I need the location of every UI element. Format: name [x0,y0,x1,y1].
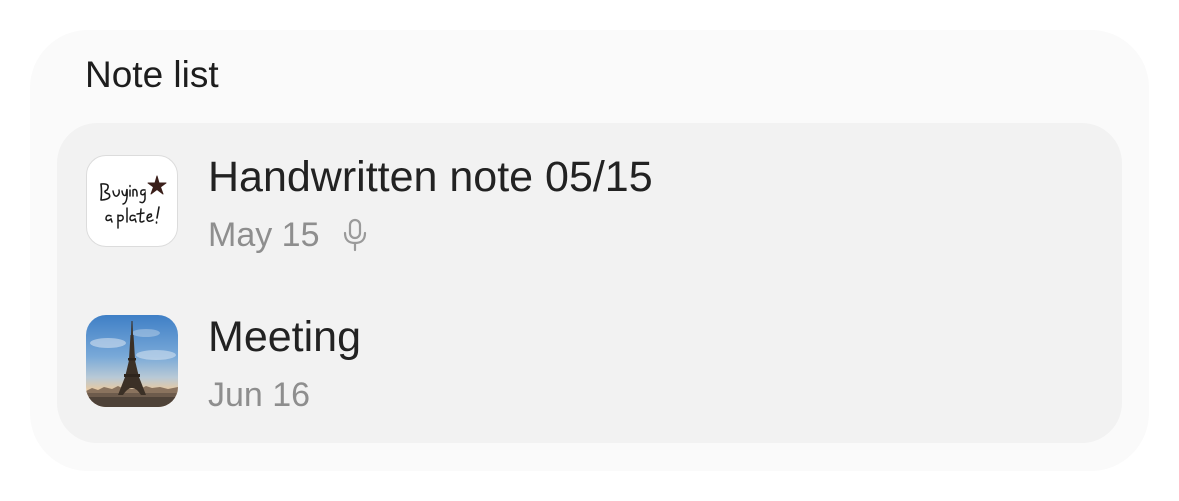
note-list: Handwritten note 05/15 May 15 Meeting Ju… [57,123,1122,443]
note-title: Meeting [208,313,361,361]
note-list-widget: Note list Handwritten note 05/15 May 15 … [30,30,1149,471]
microphone-icon [342,218,368,252]
handwriting-thumbnail-image [100,175,167,229]
note-meta: Jun 16 [208,375,310,415]
note-title: Handwritten note 05/15 [208,153,653,201]
note-date: May 15 [208,216,320,254]
list-item-handwritten-note[interactable]: Handwritten note 05/15 May 15 [57,143,1122,273]
eiffel-tower-thumbnail [86,315,178,407]
list-item-meeting-note[interactable]: Meeting Jun 16 [57,303,1122,433]
widget-title: Note list [85,54,219,95]
eiffel-tower-image [86,315,178,407]
note-date: Jun 16 [208,376,311,414]
handwritten-note-thumbnail [86,155,178,247]
note-meta: May 15 [208,215,368,255]
